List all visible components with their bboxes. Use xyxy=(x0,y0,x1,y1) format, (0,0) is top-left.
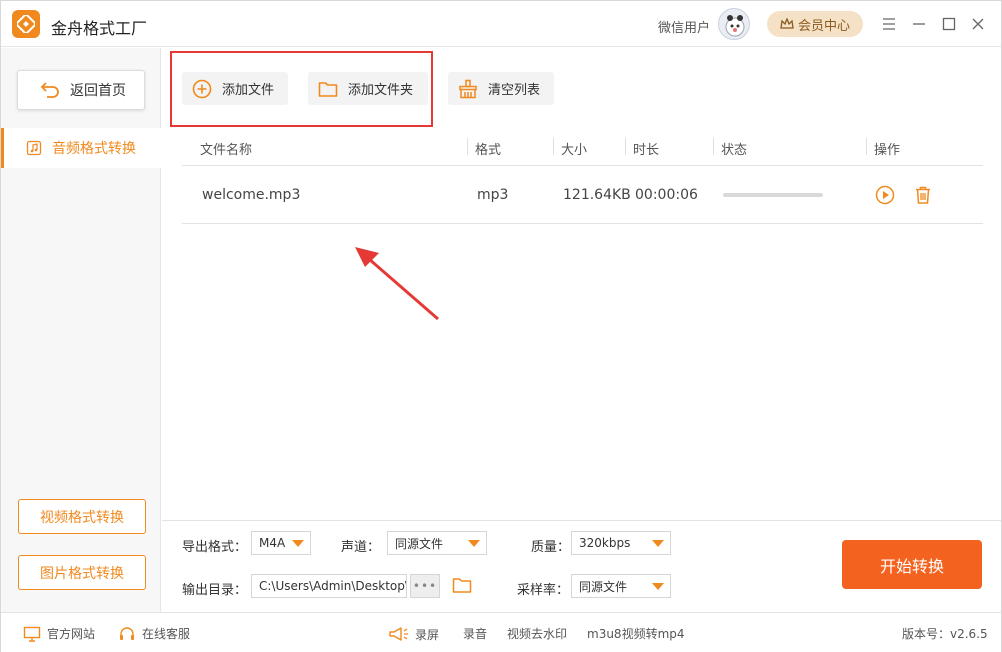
sidebar-item-label: 音频格式转换 xyxy=(52,141,136,157)
record-audio-link[interactable]: 录音 xyxy=(463,625,487,642)
export-format-label: 导出格式： xyxy=(182,540,248,555)
image-convert-button[interactable]: 图片格式转换 xyxy=(18,555,146,590)
official-website-link[interactable]: 官方网站 xyxy=(23,625,95,642)
column-divider xyxy=(713,138,714,155)
delete-trash-icon[interactable] xyxy=(913,185,933,205)
app-title: 金舟格式工厂 xyxy=(51,19,148,38)
file-size-cell: 121.64KB xyxy=(563,187,631,203)
remove-watermark-link[interactable]: 视频去水印 xyxy=(507,625,567,642)
column-divider xyxy=(866,138,867,155)
sidebar-item-audio-convert[interactable]: 音频格式转换 xyxy=(1,128,161,168)
add-file-label: 添加文件 xyxy=(222,83,275,98)
quality-select[interactable]: 320kbps xyxy=(571,531,671,555)
broom-icon xyxy=(459,79,477,98)
version-text: 版本号：v2.6.5 xyxy=(902,627,988,641)
channel-select[interactable]: 同源文件 xyxy=(387,531,487,555)
file-duration-cell: 00:00:06 xyxy=(635,187,698,203)
add-circle-icon xyxy=(192,79,212,98)
dropdown-caret-icon xyxy=(292,540,304,547)
annotation-arrow-icon xyxy=(355,247,439,321)
column-header-status: 状态 xyxy=(721,143,748,158)
channel-label: 声道： xyxy=(341,540,381,555)
export-format-select[interactable]: M4A xyxy=(251,531,311,555)
maximize-icon[interactable] xyxy=(939,14,959,34)
dropdown-caret-icon xyxy=(652,583,664,590)
column-divider xyxy=(553,138,554,155)
output-dir-label: 输出目录： xyxy=(182,583,248,598)
vip-center-label: 会员中心 xyxy=(797,18,850,34)
conversion-progress-bar xyxy=(723,193,823,197)
online-service-link[interactable]: 在线客服 xyxy=(118,625,190,642)
vip-center-button[interactable]: 会员中心 xyxy=(767,11,863,37)
user-name[interactable]: 微信用户 xyxy=(658,17,710,36)
sample-rate-value: 同源文件 xyxy=(579,579,628,594)
table-row[interactable]: welcome.mp3 mp3 121.64KB 00:00:06 xyxy=(182,166,983,224)
file-table-header: 文件名称 格式 大小 时长 状态 操作 xyxy=(182,129,983,166)
open-folder-icon[interactable] xyxy=(452,576,472,594)
column-header-duration: 时长 xyxy=(633,143,660,158)
add-folder-label: 添加文件夹 xyxy=(348,83,414,98)
start-convert-button[interactable]: 开始转换 xyxy=(842,540,982,589)
monitor-icon xyxy=(23,626,41,642)
official-website-label: 官方网站 xyxy=(47,627,96,641)
column-header-size: 大小 xyxy=(561,143,588,158)
file-name-cell: welcome.mp3 xyxy=(202,187,301,203)
back-home-label: 返回首页 xyxy=(70,83,126,99)
column-divider xyxy=(467,138,468,155)
sample-rate-label: 采样率： xyxy=(517,583,570,598)
channel-value: 同源文件 xyxy=(395,536,444,551)
browse-dir-button[interactable]: ••• xyxy=(410,574,440,598)
back-home-button[interactable]: 返回首页 xyxy=(17,70,145,110)
quality-value: 320kbps xyxy=(579,536,631,550)
online-service-label: 在线客服 xyxy=(142,627,191,641)
title-bar: 金舟格式工厂 微信用户 会员中心 xyxy=(1,1,1001,47)
dropdown-caret-icon xyxy=(652,540,664,547)
close-icon[interactable] xyxy=(968,14,988,34)
sidebar: 返回首页 音频格式转换 视频格式转换 图片格式转换 xyxy=(1,48,161,612)
file-format-cell: mp3 xyxy=(477,187,509,203)
dropdown-caret-icon xyxy=(468,540,480,547)
m3u8-convert-link[interactable]: m3u8视频转mp4 xyxy=(587,625,685,642)
status-bar: 官方网站 在线客服 录屏 录音 视频去水印 m3u8视频转mp4 版本号：v2.… xyxy=(1,612,1001,652)
sample-rate-select[interactable]: 同源文件 xyxy=(571,574,671,598)
column-header-name: 文件名称 xyxy=(200,143,253,158)
app-logo-icon xyxy=(12,10,40,38)
quality-label: 质量： xyxy=(531,540,571,555)
back-arrow-icon xyxy=(40,82,59,98)
column-divider xyxy=(625,138,626,155)
headset-icon xyxy=(120,626,134,640)
column-header-format: 格式 xyxy=(475,143,502,158)
app-window: 金舟格式工厂 微信用户 会员中心 返回首页 音频格式转换 视频格式转换 图片格式… xyxy=(0,0,1002,652)
play-icon[interactable] xyxy=(875,185,895,205)
crown-icon xyxy=(780,18,794,29)
minimize-icon[interactable] xyxy=(909,14,929,34)
folder-icon xyxy=(318,81,338,97)
output-dir-field[interactable]: C:\Users\Admin\Desktop\ xyxy=(251,574,407,598)
record-screen-link[interactable]: 录屏 xyxy=(387,625,439,643)
clear-list-label: 清空列表 xyxy=(488,83,541,98)
add-folder-button[interactable]: 添加文件夹 xyxy=(308,72,428,105)
clear-list-button[interactable]: 清空列表 xyxy=(448,72,554,105)
add-file-button[interactable]: 添加文件 xyxy=(182,72,288,105)
record-screen-label: 录屏 xyxy=(415,627,440,642)
export-format-value: M4A xyxy=(259,536,286,550)
megaphone-icon xyxy=(389,627,408,641)
menu-icon[interactable] xyxy=(879,14,899,34)
music-file-icon xyxy=(26,140,42,156)
user-avatar[interactable] xyxy=(718,8,750,40)
video-convert-button[interactable]: 视频格式转换 xyxy=(18,499,146,534)
column-header-actions: 操作 xyxy=(874,143,901,158)
